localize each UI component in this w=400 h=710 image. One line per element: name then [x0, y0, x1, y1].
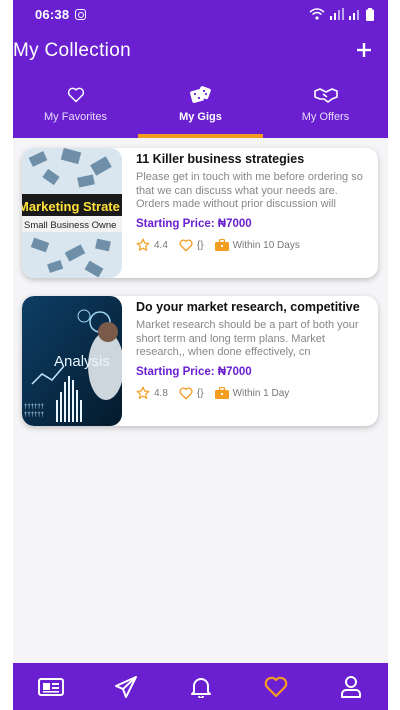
delivery-time: Within 1 Day [232, 387, 290, 399]
nav-collection-button[interactable] [256, 667, 296, 707]
likes-value: {} [196, 239, 204, 251]
gig-description: Please get in touch with me before order… [136, 171, 363, 210]
likes[interactable]: {} [179, 387, 204, 400]
delivery: Within 10 Days [214, 239, 300, 251]
briefcase-icon [214, 387, 229, 399]
heart-icon [179, 387, 193, 399]
heart-outline-icon [67, 84, 85, 106]
battery-icon [366, 7, 374, 21]
dice-icon [189, 84, 212, 106]
gig-card[interactable]: †††††† †††††† Analysis Do your market res… [22, 296, 378, 426]
rating-value: 4.8 [154, 387, 168, 399]
gig-info: 11 Killer business strategies Please get… [122, 148, 378, 278]
plus-icon [357, 43, 371, 57]
newspaper-icon [37, 677, 64, 696]
gig-description: Market research should be a part of both… [136, 319, 359, 358]
wifi-icon [309, 8, 325, 20]
rating-value: 4.4 [154, 239, 168, 251]
delivery: Within 1 Day [214, 387, 290, 399]
svg-text:††††††: †††††† [24, 412, 44, 418]
instagram-notification-icon [75, 8, 87, 20]
status-time: 06:38 [35, 6, 70, 22]
likes[interactable]: {} [179, 239, 204, 252]
nav-feed-button[interactable] [31, 667, 71, 707]
star-icon [136, 238, 150, 251]
nav-profile-button[interactable] [331, 667, 371, 707]
delivery-time: Within 10 Days [232, 239, 300, 251]
signal-icon-2 [349, 10, 359, 20]
gig-title: Do your market research, competitive [136, 300, 360, 314]
app-header: My Collection My Favorites My Gigs My Of… [13, 28, 388, 138]
gig-card[interactable]: Marketing Strate Small Business Owne 11 … [22, 148, 378, 278]
thumbnail-text: Analysis [54, 353, 110, 370]
page-title: My Collection [13, 40, 131, 61]
nav-messages-button[interactable] [106, 667, 146, 707]
bottom-nav [13, 663, 388, 710]
gig-title: 11 Killer business strategies [136, 152, 305, 166]
tab-my-offers[interactable]: My Offers [263, 84, 388, 138]
send-icon [114, 675, 137, 698]
rating: 4.4 [136, 238, 168, 252]
gig-price: Starting Price: ₦7000 [136, 366, 252, 378]
briefcase-icon [214, 239, 229, 251]
status-bar: 06:38 [13, 0, 388, 28]
handshake-icon [313, 84, 338, 106]
add-button[interactable] [352, 38, 376, 62]
thumbnail-subtext: Small Business Owne [24, 220, 116, 231]
gig-info: Do your market research, competitive Mar… [122, 296, 378, 426]
star-icon [136, 386, 150, 399]
tab-my-gigs[interactable]: My Gigs [138, 84, 263, 138]
thumbnail-text: Marketing Strate [22, 199, 120, 214]
svg-text:††††††: †††††† [24, 404, 44, 410]
signal-icon [330, 8, 344, 20]
gig-meta: 4.4 {} Within 10 Days [136, 238, 374, 252]
gig-thumbnail: Marketing Strate Small Business Owne [22, 148, 122, 278]
tab-label: My Gigs [179, 111, 222, 123]
nav-notifications-button[interactable] [181, 667, 221, 707]
tab-my-favorites[interactable]: My Favorites [13, 84, 138, 138]
gig-meta: 4.8 {} Within 1 Day [136, 386, 374, 400]
likes-value: {} [196, 387, 204, 399]
status-icons [309, 7, 374, 21]
rating: 4.8 [136, 386, 168, 400]
gig-price: Starting Price: ₦7000 [136, 218, 252, 230]
heart-icon [264, 676, 287, 697]
tab-label: My Offers [301, 111, 350, 123]
user-icon [340, 675, 361, 698]
gig-thumbnail: †††††† †††††† Analysis [22, 296, 122, 426]
tab-label: My Favorites [44, 111, 107, 123]
gig-list: Marketing Strate Small Business Owne 11 … [13, 138, 388, 426]
heart-icon [179, 239, 193, 251]
tab-bar: My Favorites My Gigs My Offers [13, 84, 388, 138]
bell-icon [190, 677, 211, 698]
app-screen: 06:38 My Collection My Favorites My Gigs… [13, 0, 388, 710]
